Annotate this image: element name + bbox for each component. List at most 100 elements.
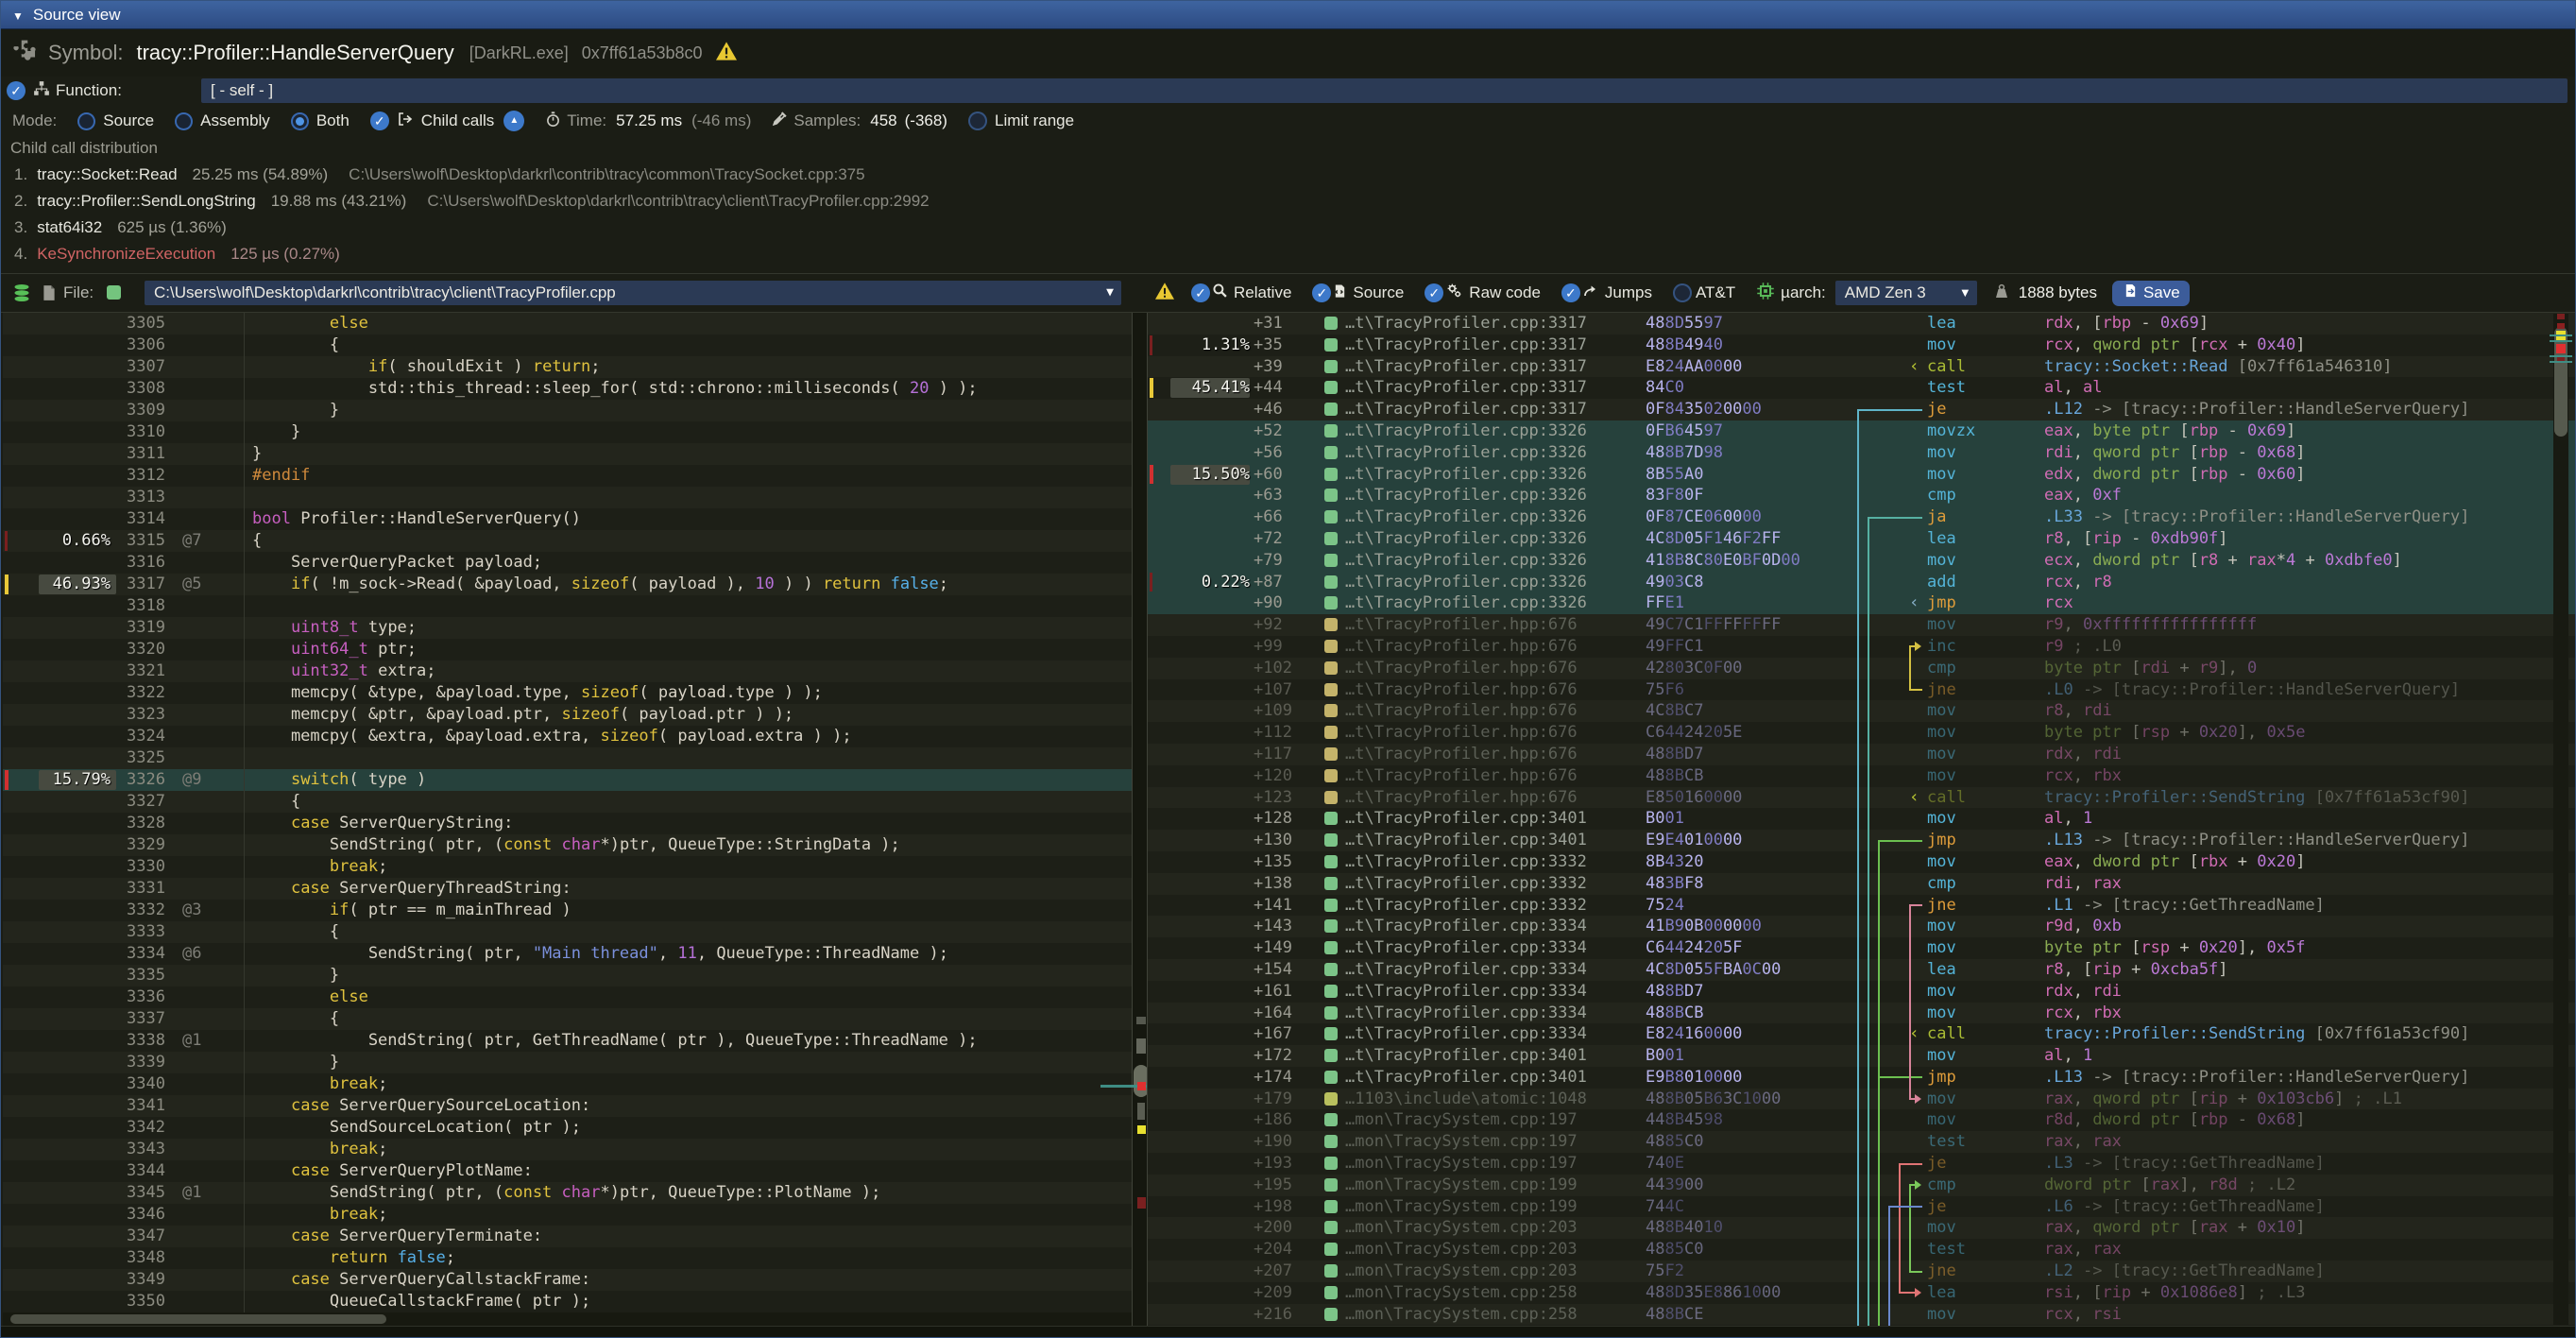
asm-source-location[interactable]: …t\TracyProfiler.hpp:676 (1345, 636, 1578, 658)
child-call-item[interactable]: 3.stat64i32625 µs (1.36%) (14, 218, 247, 243)
asm-source-location[interactable]: …t\TracyProfiler.cpp:3317 (1345, 399, 1587, 420)
source-row[interactable]: 3306 { (3, 334, 1132, 356)
asm-row[interactable]: +198…mon\TracySystem.cpp:199744Cje.L6 ->… (1148, 1196, 2576, 1218)
source-row[interactable]: 3347 case ServerQueryTerminate: (3, 1226, 1132, 1247)
function-select[interactable]: [ - self - ] (201, 78, 2567, 103)
asm-source-location[interactable]: …mon\TracySystem.cpp:203 (1345, 1239, 1578, 1261)
source-row[interactable]: 3316 ServerQueryPacket payload; (3, 552, 1132, 574)
source-row[interactable]: 3318 (3, 595, 1132, 617)
asm-source-location[interactable]: …t\TracyProfiler.cpp:3317 (1345, 377, 1587, 399)
asm-row[interactable]: +123…t\TracyProfiler.hpp:676E850160000‹c… (1148, 787, 2576, 809)
child-calls-checkbox[interactable]: ✓ (370, 112, 389, 130)
asm-row[interactable]: +72…t\TracyProfiler.cpp:33264C8D05F146F2… (1148, 528, 2576, 550)
mode-option-both[interactable]: Both (316, 112, 350, 130)
asm-source-location[interactable]: …t\TracyProfiler.hpp:676 (1345, 722, 1578, 744)
asm-row[interactable]: 0.22%+87…t\TracyProfiler.cpp:33264903C8a… (1148, 572, 2576, 593)
march-dropdown-arrow[interactable]: ▼ (1959, 281, 1971, 305)
asm-source-location[interactable]: …1103\include\atomic:1048 (1345, 1089, 1587, 1110)
source-row[interactable]: 3305 else (3, 313, 1132, 334)
source-row[interactable]: 3325 (3, 747, 1132, 769)
asm-row[interactable]: +193…mon\TracySystem.cpp:197740Eje.L3 ->… (1148, 1153, 2576, 1175)
source-row[interactable]: 3321 uint32_t extra; (3, 660, 1132, 682)
asm-source-location[interactable]: …mon\TracySystem.cpp:258 (1345, 1304, 1578, 1326)
source-row[interactable]: 3332@3 if( ptr == m_mainThread ) (3, 900, 1132, 921)
source-row[interactable]: 46.93%3317@5 if( !m_sock->Read( &payload… (3, 574, 1132, 595)
asm-source-location[interactable]: …mon\TracySystem.cpp:203 (1345, 1217, 1578, 1239)
source-row[interactable]: 3339 } (3, 1052, 1132, 1073)
source-row[interactable]: 3346 break; (3, 1204, 1132, 1226)
save-button[interactable]: Save (2112, 281, 2190, 306)
child-calls-label[interactable]: Child calls (421, 112, 494, 130)
asm-row[interactable]: +99…t\TracyProfiler.hpp:67649FFC1incr9 ;… (1148, 636, 2576, 658)
asm-row[interactable]: +209…mon\TracySystem.cpp:258488D35E88610… (1148, 1282, 2576, 1304)
asm-row[interactable]: +107…t\TracyProfiler.hpp:67675F6jne.L0 -… (1148, 679, 2576, 701)
limit-range-checkbox[interactable]: ✓ (968, 112, 987, 130)
source-hscroll-thumb[interactable] (10, 1314, 386, 1324)
raw-code-checkbox[interactable]: ✓ (1424, 283, 1443, 302)
source-row[interactable]: 3335 } (3, 965, 1132, 986)
limit-range-label[interactable]: Limit range (995, 112, 1074, 130)
source-row[interactable]: 3309 } (3, 400, 1132, 421)
asm-row[interactable]: +195…mon\TracySystem.cpp:199443900cmpdwo… (1148, 1175, 2576, 1196)
asm-row[interactable]: +138…t\TracyProfiler.cpp:3332483BF8cmprd… (1148, 873, 2576, 895)
asm-source-location[interactable]: …mon\TracySystem.cpp:199 (1345, 1196, 1578, 1218)
child-call-item[interactable]: 1.tracy::Socket::Read25.25 ms (54.89%)C:… (14, 165, 865, 190)
asm-row[interactable]: +186…mon\TracySystem.cpp:197448B4598movr… (1148, 1109, 2576, 1131)
asm-source-location[interactable]: …t\TracyProfiler.hpp:676 (1345, 614, 1578, 636)
asm-source-location[interactable]: …t\TracyProfiler.cpp:3326 (1345, 442, 1587, 464)
asm-source-location[interactable]: …t\TracyProfiler.cpp:3326 (1345, 550, 1587, 572)
source-row[interactable]: 3323 memcpy( &ptr, &payload.ptr, sizeof(… (3, 704, 1132, 726)
file-dropdown-arrow[interactable]: ▼ (1106, 281, 1114, 305)
assembly-pane[interactable]: +31…t\TracyProfiler.cpp:3317488D5597lear… (1147, 313, 2576, 1326)
assembly-scrollbar[interactable] (2553, 314, 2568, 1325)
asm-source-location[interactable]: …t\TracyProfiler.cpp:3334 (1345, 916, 1587, 937)
mode-radio-source[interactable] (77, 112, 95, 130)
asm-source-location[interactable]: …t\TracyProfiler.cpp:3317 (1345, 356, 1587, 378)
asm-source-location[interactable]: …mon\TracySystem.cpp:258 (1345, 1282, 1578, 1304)
asm-source-location[interactable]: …t\TracyProfiler.cpp:3401 (1345, 1067, 1587, 1089)
asm-row[interactable]: +102…t\TracyProfiler.hpp:67642803C0F00cm… (1148, 658, 2576, 679)
asm-row[interactable]: +141…t\TracyProfiler.cpp:33327524jne.L1 … (1148, 895, 2576, 917)
file-select[interactable]: C:\Users\wolf\Desktop\darkrl\contrib\tra… (145, 281, 1121, 305)
source-row[interactable]: 3349 case ServerQueryCallstackFrame: (3, 1269, 1132, 1291)
asm-source-location[interactable]: …t\TracyProfiler.cpp:3317 (1345, 334, 1587, 356)
source-row[interactable]: 3327 { (3, 791, 1132, 813)
asm-source-location[interactable]: …t\TracyProfiler.hpp:676 (1345, 744, 1578, 765)
asm-row[interactable]: +90…t\TracyProfiler.cpp:3326FFE1‹jmprcx (1148, 592, 2576, 614)
source-pane[interactable]: 3305 else3306 {3307 if( shouldExit ) ret… (3, 313, 1133, 1326)
asm-row[interactable]: +143…t\TracyProfiler.cpp:333441B90B00000… (1148, 916, 2576, 937)
asm-row[interactable]: +63…t\TracyProfiler.cpp:332683F80Fcmpeax… (1148, 485, 2576, 506)
source-row[interactable]: 3329 SendString( ptr, (const char*)ptr, … (3, 834, 1132, 856)
asm-source-location[interactable]: …t\TracyProfiler.hpp:676 (1345, 787, 1578, 809)
asm-source-location[interactable]: …t\TracyProfiler.cpp:3332 (1345, 873, 1587, 895)
relative-label[interactable]: Relative (1234, 283, 1291, 302)
jumps-checkbox[interactable]: ✓ (1561, 283, 1580, 302)
att-label[interactable]: AT&T (1696, 283, 1735, 302)
asm-row[interactable]: +52…t\TracyProfiler.cpp:33260FB64597movz… (1148, 420, 2576, 442)
source-row[interactable]: 3330 break; (3, 856, 1132, 878)
relative-checkbox[interactable]: ✓ (1191, 283, 1210, 302)
collapse-distribution-button[interactable]: ▲ (503, 111, 524, 131)
asm-source-location[interactable]: …t\TracyProfiler.hpp:676 (1345, 700, 1578, 722)
asm-row[interactable]: +167…t\TracyProfiler.cpp:3334E824160000‹… (1148, 1023, 2576, 1045)
source-row[interactable]: 3310 } (3, 421, 1132, 443)
source-row[interactable]: 3307 if( shouldExit ) return; (3, 356, 1132, 378)
asm-row[interactable]: 1.31%+35…t\TracyProfiler.cpp:3317488B494… (1148, 334, 2576, 356)
asm-row[interactable]: +46…t\TracyProfiler.cpp:33170F8435020000… (1148, 399, 2576, 420)
asm-source-location[interactable]: …mon\TracySystem.cpp:197 (1345, 1109, 1578, 1131)
source-row[interactable]: 3322 memcpy( &type, &payload.type, sizeo… (3, 682, 1132, 704)
asm-source-location[interactable]: …t\TracyProfiler.cpp:3334 (1345, 1023, 1587, 1045)
jumps-label[interactable]: Jumps (1605, 283, 1652, 302)
asm-source-location[interactable]: …t\TracyProfiler.cpp:3326 (1345, 528, 1587, 550)
source-row[interactable]: 3331 case ServerQueryThreadString: (3, 878, 1132, 900)
asm-row[interactable]: +154…t\TracyProfiler.cpp:33344C8D055FBA0… (1148, 959, 2576, 981)
asm-row[interactable]: +92…t\TracyProfiler.hpp:67649C7C1FFFFFFF… (1148, 614, 2576, 636)
asm-source-location[interactable]: …t\TracyProfiler.hpp:676 (1345, 679, 1578, 701)
asm-row[interactable]: +128…t\TracyProfiler.cpp:3401B001moval, … (1148, 808, 2576, 830)
source-row[interactable]: 15.79%3326@9 switch( type ) (3, 769, 1132, 791)
source-row[interactable]: 3324 memcpy( &extra, &payload.extra, siz… (3, 726, 1132, 747)
asm-source-location[interactable]: …t\TracyProfiler.cpp:3326 (1345, 464, 1587, 486)
source-row[interactable]: 3311} (3, 443, 1132, 465)
march-select[interactable]: AMD Zen 3 ▼ (1835, 281, 1977, 305)
asm-source-location[interactable]: …mon\TracySystem.cpp:203 (1345, 1261, 1578, 1282)
